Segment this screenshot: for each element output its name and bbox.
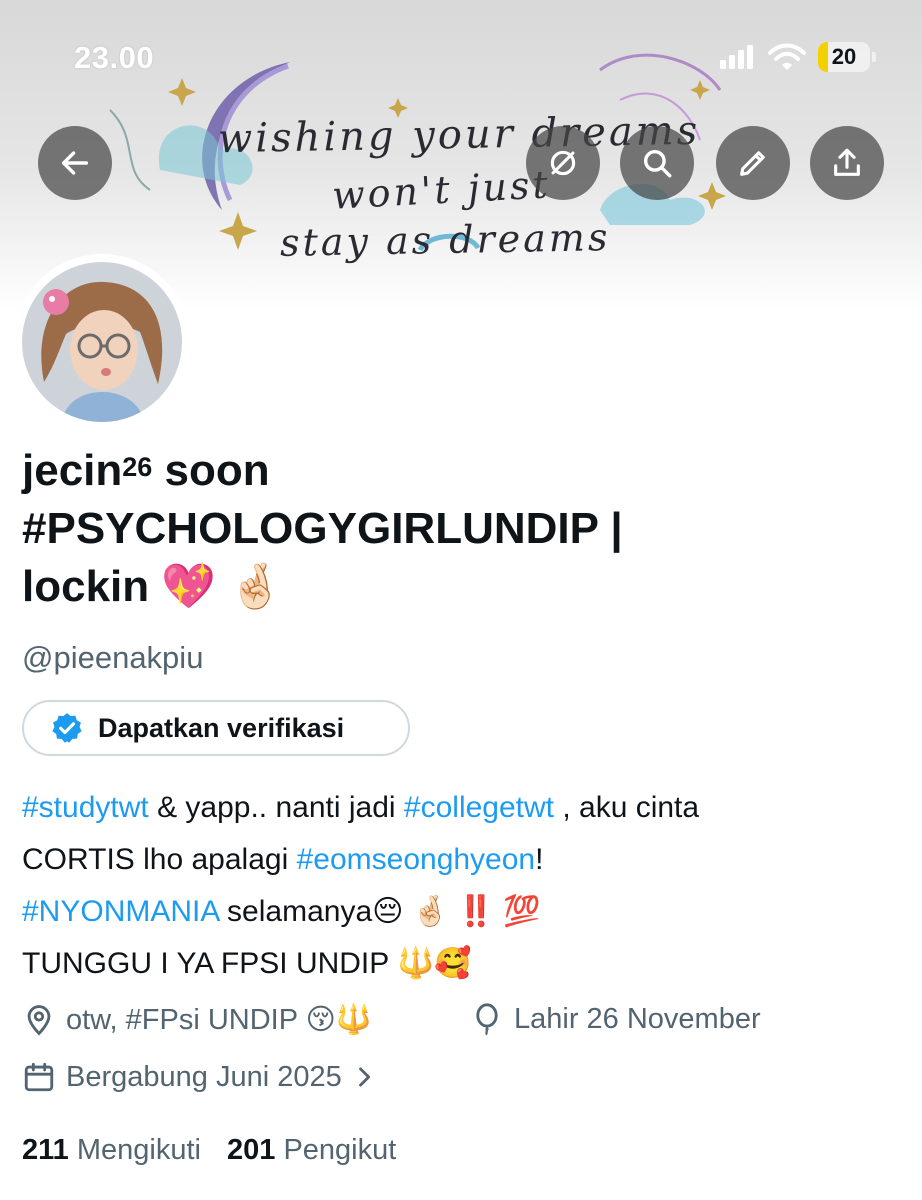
followers-link[interactable]: 201 Pengikut <box>227 1134 396 1167</box>
battery-icon: 20 <box>818 42 870 72</box>
banner-text-line3: stay as dreams <box>279 215 611 265</box>
following-count: 211 <box>22 1134 69 1166</box>
status-icons: 20 <box>720 42 876 72</box>
profile-location: otw, #FPsi UNDIP 😚🔱 <box>22 1002 372 1037</box>
bio-line-3: #NYONMANIA selamanya😔 🤞🏻 ‼️ 💯 <box>22 886 907 938</box>
status-time: 23.00 <box>74 40 155 75</box>
hashtag-link[interactable]: #studytwt <box>22 791 149 824</box>
battery-tip <box>872 52 876 62</box>
pencil-icon <box>740 151 765 176</box>
bio-text: ! <box>535 843 544 876</box>
share-button[interactable] <box>810 126 884 200</box>
edit-button[interactable] <box>716 126 790 200</box>
grok-icon <box>550 150 576 176</box>
display-name-line2: #PSYCHOLOGYGIRLUNDIP | <box>22 504 623 553</box>
wifi-icon <box>768 43 806 70</box>
search-button[interactable] <box>620 126 694 200</box>
followers-count: 201 <box>226 1134 276 1166</box>
hashtag-link[interactable]: #eomseonghyeon <box>297 843 536 876</box>
bio-text: CORTIS lho apalagi <box>22 843 297 876</box>
display-name-superscript: 26 <box>122 452 153 482</box>
location-text: otw, #FPsi UNDIP 😚🔱 <box>66 1004 372 1036</box>
bio-text: , aku cinta <box>554 791 700 824</box>
bio-line-2: CORTIS lho apalagi #eomseonghyeon! <box>22 834 907 886</box>
profile-birthday: Lahir 26 November <box>470 1002 761 1036</box>
get-verified-button[interactable]: Dapatkan verifikasi <box>22 700 410 756</box>
bio-text: selamanya😔 🤞🏻 ‼️ 💯 <box>218 895 541 928</box>
display-name-line1-rest: soon <box>152 446 270 495</box>
bio-text: & yapp.. nanti jadi <box>148 791 404 824</box>
profile-join-date[interactable]: Bergabung Juni 2025 <box>22 1060 388 1094</box>
share-icon <box>834 148 860 176</box>
chevron-right-icon <box>358 1067 370 1087</box>
hashtag-link[interactable]: #NYONMANIA <box>22 895 219 928</box>
display-name-prefix: jecin <box>22 446 123 495</box>
arrow-left-icon <box>61 151 89 175</box>
location-pin-icon <box>27 1004 51 1035</box>
grok-button[interactable] <box>526 126 600 200</box>
back-button[interactable] <box>38 126 112 200</box>
display-name: jecin26 soon #PSYCHOLOGYGIRLUNDIP | lock… <box>22 442 892 616</box>
verified-badge-icon <box>52 713 82 743</box>
cellular-signal-icon <box>720 45 753 69</box>
bio-line-1: #studytwt & yapp.. nanti jadi #collegetw… <box>22 782 907 834</box>
calendar-icon <box>24 1062 54 1092</box>
get-verified-label: Dapatkan verifikasi <box>98 712 345 743</box>
balloon-icon <box>476 1003 498 1036</box>
battery-level: 20 <box>831 44 857 69</box>
hashtag-link[interactable]: #collegetwt <box>404 791 554 824</box>
following-label: Mengikuti <box>76 1134 201 1166</box>
display-name-line3: lockin 💖 🤞🏻 <box>22 562 284 611</box>
bio-line-4: TUNGGU I YA FPSI UNDIP 🔱🥰 <box>22 947 472 980</box>
username-handle: @pieenakpiu <box>22 640 204 675</box>
follow-stats: 211 Mengikuti 201 Pengikut <box>22 1134 396 1167</box>
avatar-photo <box>22 262 182 422</box>
followers-label: Pengikut <box>283 1134 397 1166</box>
search-icon <box>643 149 672 178</box>
following-link[interactable]: 211 Mengikuti <box>22 1134 201 1167</box>
avatar[interactable] <box>14 254 190 430</box>
join-date-text: Bergabung Juni 2025 <box>66 1060 342 1093</box>
profile-bio: #studytwt & yapp.. nanti jadi #collegetw… <box>22 782 907 990</box>
birthday-text: Lahir 26 November <box>514 1002 761 1035</box>
